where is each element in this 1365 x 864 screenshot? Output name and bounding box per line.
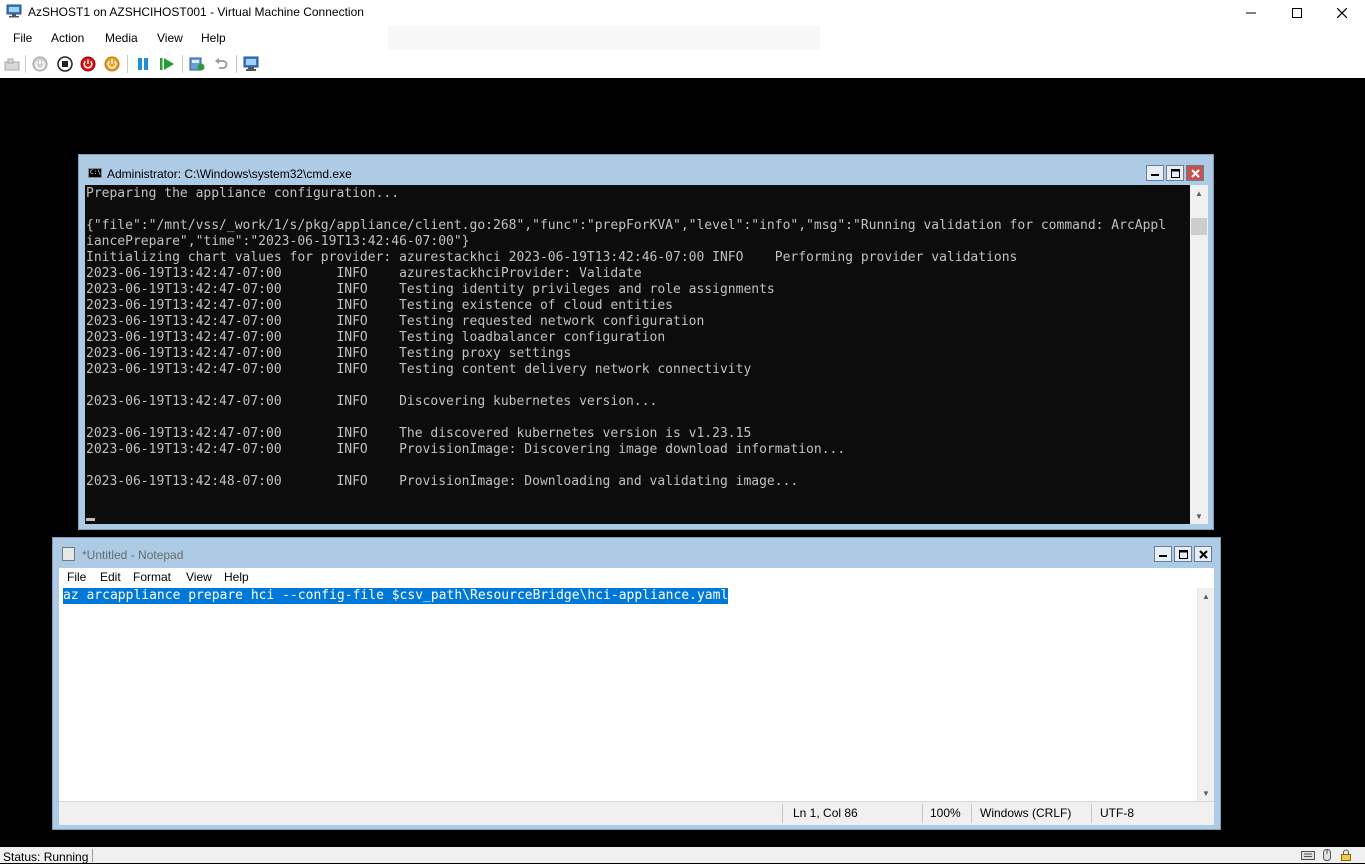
- cmd-title: Administrator: C:\Windows\system32\cmd.e…: [107, 167, 352, 181]
- pause-icon[interactable]: [135, 56, 151, 72]
- menu-media[interactable]: Media: [105, 31, 138, 45]
- console-line: 2023-06-19T13:42:47-07:00 INFO Provision…: [86, 442, 846, 457]
- close-icon: [1198, 549, 1208, 559]
- close-icon: [1337, 8, 1347, 18]
- notepad-menu-view[interactable]: View: [186, 570, 212, 584]
- resume-icon[interactable]: [159, 56, 175, 72]
- encoding: UTF-8: [1100, 806, 1134, 820]
- checkpoint-icon[interactable]: [189, 56, 205, 72]
- toolbar-separator: [182, 55, 183, 73]
- cmd-maximize-button[interactable]: [1166, 165, 1184, 181]
- notepad-window[interactable]: *Untitled - Notepad File Edit Format Vie…: [52, 537, 1221, 830]
- notepad-selected-text[interactable]: az arcappliance prepare hci --config-fil…: [63, 588, 729, 604]
- scroll-up-icon[interactable]: ▲: [1190, 185, 1208, 201]
- zoom-level: 100%: [930, 806, 961, 820]
- menu-action[interactable]: Action: [51, 31, 84, 45]
- status-separator: [782, 804, 783, 823]
- console-line: 2023-06-19T13:42:47-07:00 INFO Testing r…: [86, 314, 705, 329]
- toolbar-separator: [127, 55, 128, 73]
- status-separator: [922, 804, 923, 823]
- cmd-icon: C:\: [88, 168, 102, 178]
- notepad-menu-file[interactable]: File: [67, 570, 86, 584]
- notepad-menu-format[interactable]: Format: [133, 570, 171, 584]
- console-line: 2023-06-19T13:42:47-07:00 INFO The disco…: [86, 426, 752, 441]
- window-title: AzSHOST1 on AZSHCIHOST001 - Virtual Mach…: [28, 5, 364, 19]
- console-line: 2023-06-19T13:42:47-07:00 INFO Testing c…: [86, 362, 752, 377]
- shutdown-icon[interactable]: [80, 56, 96, 72]
- maximize-icon: [1292, 8, 1302, 18]
- toolbar: [0, 50, 1365, 78]
- vm-status-bar: Status: Running: [0, 847, 1365, 864]
- notepad-icon: [62, 547, 75, 561]
- menu-help[interactable]: Help: [201, 31, 226, 45]
- minimize-icon: [1246, 12, 1256, 14]
- notepad-minimize-button[interactable]: [1154, 546, 1172, 562]
- notepad-text-area[interactable]: az arcappliance prepare hci --config-fil…: [59, 588, 1214, 801]
- maximize-icon: [1178, 549, 1188, 559]
- cmd-window[interactable]: C:\ Administrator: C:\Windows\system32\c…: [78, 154, 1214, 530]
- console-line: 2023-06-19T13:42:47-07:00 INFO Testing l…: [86, 330, 666, 345]
- close-button[interactable]: [1319, 0, 1365, 26]
- cmd-close-button[interactable]: [1186, 165, 1204, 181]
- maximize-icon: [1170, 168, 1180, 178]
- notepad-close-button[interactable]: [1194, 546, 1212, 562]
- scroll-down-icon[interactable]: ▼: [1198, 785, 1214, 801]
- line-ending: Windows (CRLF): [980, 806, 1072, 820]
- status-separator: [971, 804, 972, 823]
- mouse-icon: [1323, 849, 1331, 861]
- toolbar-separator: [25, 55, 26, 73]
- vm-title-bar: AzSHOST1 on AZSHCIHOST001 - Virtual Mach…: [0, 0, 1365, 26]
- notepad-maximize-button[interactable]: [1174, 546, 1192, 562]
- menu-view[interactable]: View: [157, 31, 183, 45]
- menu-file[interactable]: File: [13, 31, 32, 45]
- enhanced-session-icon[interactable]: [243, 56, 259, 72]
- close-icon: [1190, 168, 1200, 178]
- ctrl-alt-del-icon[interactable]: [4, 56, 20, 72]
- revert-icon[interactable]: [213, 56, 229, 72]
- scroll-up-icon[interactable]: ▲: [1198, 588, 1214, 604]
- console-line: iancePrepare","time":"2023-06-19T13:42:4…: [86, 234, 470, 249]
- start-icon[interactable]: [32, 56, 48, 72]
- console-line: Preparing the appliance configuration...: [86, 186, 400, 201]
- console-line: 2023-06-19T13:42:47-07:00 INFO Testing i…: [86, 282, 775, 297]
- maximize-button[interactable]: [1274, 0, 1320, 26]
- lock-icon: [1341, 849, 1351, 861]
- minimize-icon: [1151, 174, 1159, 176]
- turn-off-icon[interactable]: [57, 56, 73, 72]
- console-line: Initializing chart values for provider: …: [86, 250, 1018, 265]
- notepad-menu-bar: File Edit Format View Help: [59, 568, 1214, 588]
- scroll-thumb[interactable]: [1191, 218, 1207, 235]
- cursor-position: Ln 1, Col 86: [793, 806, 858, 820]
- vm-connection-icon: [6, 4, 22, 18]
- menu-bar-shade: [388, 26, 820, 50]
- toolbar-separator: [236, 55, 237, 73]
- cmd-title-bar[interactable]: C:\ Administrator: C:\Windows\system32\c…: [79, 155, 1213, 185]
- notepad-scrollbar[interactable]: ▲ ▼: [1197, 588, 1214, 801]
- menu-bar: File Action Media View Help: [0, 26, 1365, 50]
- notepad-title: *Untitled - Notepad: [82, 548, 184, 562]
- save-state-icon[interactable]: [104, 56, 120, 72]
- keyboard-icon: [1301, 851, 1315, 860]
- notepad-menu-help[interactable]: Help: [224, 570, 249, 584]
- minimize-button[interactable]: [1228, 0, 1274, 26]
- console-line: 2023-06-19T13:42:47-07:00 INFO Testing p…: [86, 346, 572, 361]
- console-cursor: [86, 518, 95, 521]
- console-line: 2023-06-19T13:42:48-07:00 INFO Provision…: [86, 474, 799, 489]
- notepad-status-bar: Ln 1, Col 86 100% Windows (CRLF) UTF-8: [59, 801, 1214, 825]
- console-line: 2023-06-19T13:42:47-07:00 INFO Discoveri…: [86, 394, 658, 409]
- scroll-down-icon[interactable]: ▼: [1190, 508, 1208, 524]
- console-line: {"file":"/mnt/vss/_work/1/s/pkg/applianc…: [86, 218, 1167, 233]
- minimize-icon: [1159, 555, 1167, 557]
- console-line: 2023-06-19T13:42:47-07:00 INFO Testing e…: [86, 298, 673, 313]
- console-line: 2023-06-19T13:42:47-07:00 INFO azurestac…: [86, 266, 642, 281]
- status-separator: [92, 849, 93, 862]
- cmd-console[interactable]: Preparing the appliance configuration...…: [85, 185, 1190, 524]
- vm-status-text: Status: Running: [3, 850, 89, 864]
- status-separator: [1091, 804, 1092, 823]
- notepad-menu-edit[interactable]: Edit: [100, 570, 121, 584]
- cmd-minimize-button[interactable]: [1146, 165, 1164, 181]
- cmd-scrollbar[interactable]: ▲ ▼: [1190, 185, 1208, 524]
